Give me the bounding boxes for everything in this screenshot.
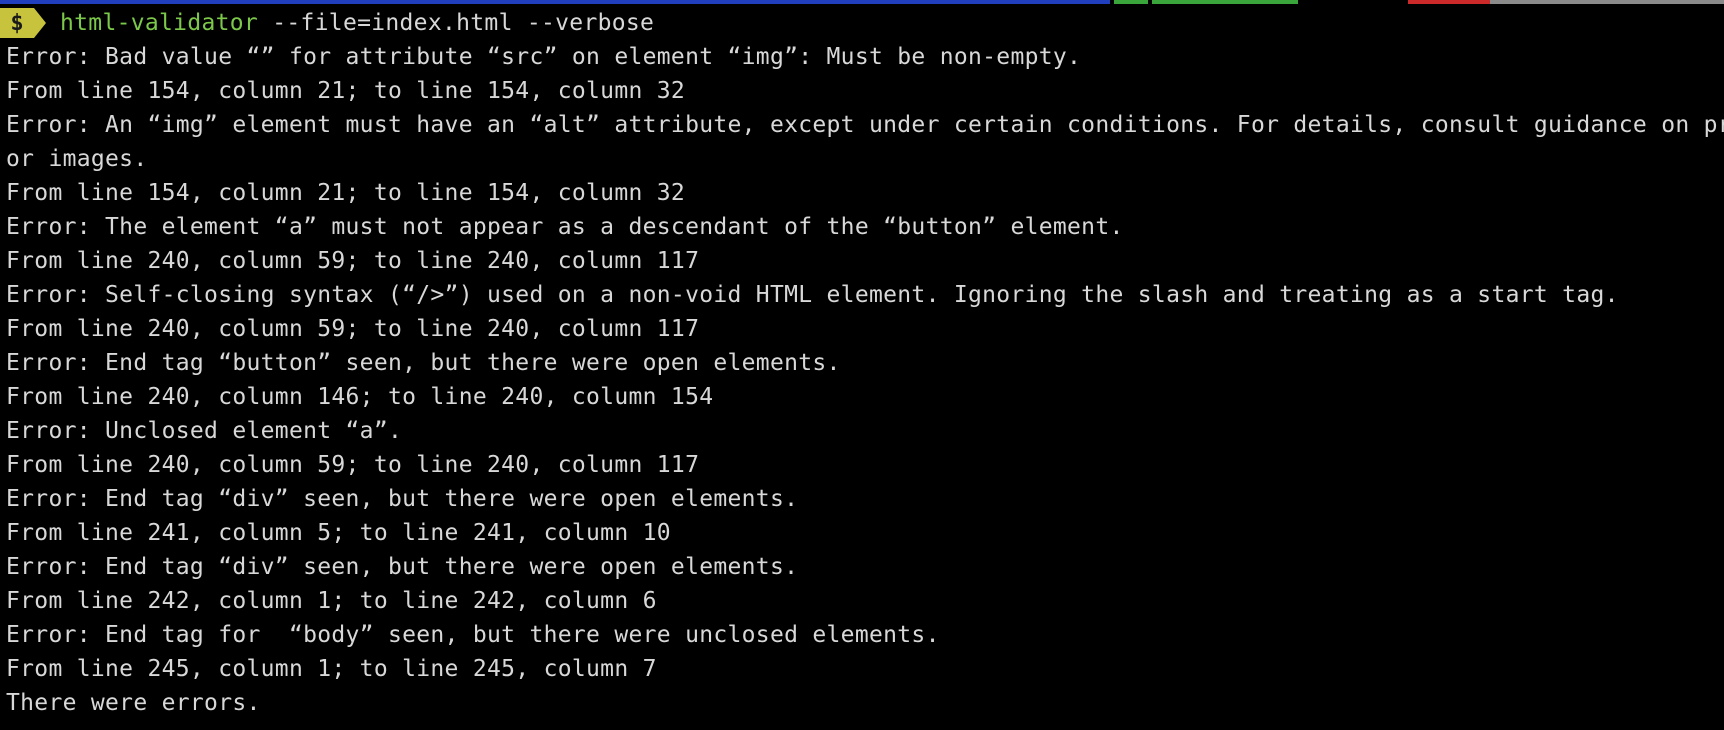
command-text: html-validator --file=index.html --verbo… <box>60 6 654 40</box>
output-line: Error: End tag “button” seen, but there … <box>6 350 841 376</box>
output-line: From line 154, column 21; to line 154, c… <box>6 180 686 206</box>
output-line: Error: End tag “div” seen, but there wer… <box>6 554 799 580</box>
output-line: From line 242, column 1; to line 242, co… <box>6 588 657 614</box>
output-line: From line 245, column 1; to line 245, co… <box>6 656 657 682</box>
output-line: Error: Bad value “” for attribute “src” … <box>6 44 1082 70</box>
prompt-line: $ html-validator --file=index.html --ver… <box>0 6 654 40</box>
output-line: Error: End tag “div” seen, but there wer… <box>6 486 799 512</box>
output-line: From line 154, column 21; to line 154, c… <box>6 78 686 104</box>
dollar-icon: $ <box>10 10 24 36</box>
output-line: From line 241, column 5; to line 241, co… <box>6 520 671 546</box>
output-line: There were errors. <box>6 690 261 716</box>
output-line: From line 240, column 59; to line 240, c… <box>6 452 700 478</box>
terminal-window[interactable]: $ html-validator --file=index.html --ver… <box>0 4 1724 730</box>
output-line: From line 240, column 59; to line 240, c… <box>6 248 700 274</box>
prompt-arrow-icon <box>34 8 46 38</box>
output-line: Error: The element “a” must not appear a… <box>6 214 1124 240</box>
output-line: Error: Unclosed element “a”. <box>6 418 403 444</box>
output-line: From line 240, column 146; to line 240, … <box>6 384 714 410</box>
output-line: Error: End tag for “body” seen, but ther… <box>6 622 940 648</box>
prompt-badge: $ <box>0 8 34 38</box>
output-line: or images. <box>6 146 148 172</box>
output-line: Error: An “img” element must have an “al… <box>6 112 1724 138</box>
output-line: From line 240, column 59; to line 240, c… <box>6 316 700 342</box>
command-args: --file=index.html --verbose <box>258 10 655 36</box>
output-line: Error: Self-closing syntax (“/>”) used o… <box>6 282 1619 308</box>
command-name: html-validator <box>60 10 259 36</box>
